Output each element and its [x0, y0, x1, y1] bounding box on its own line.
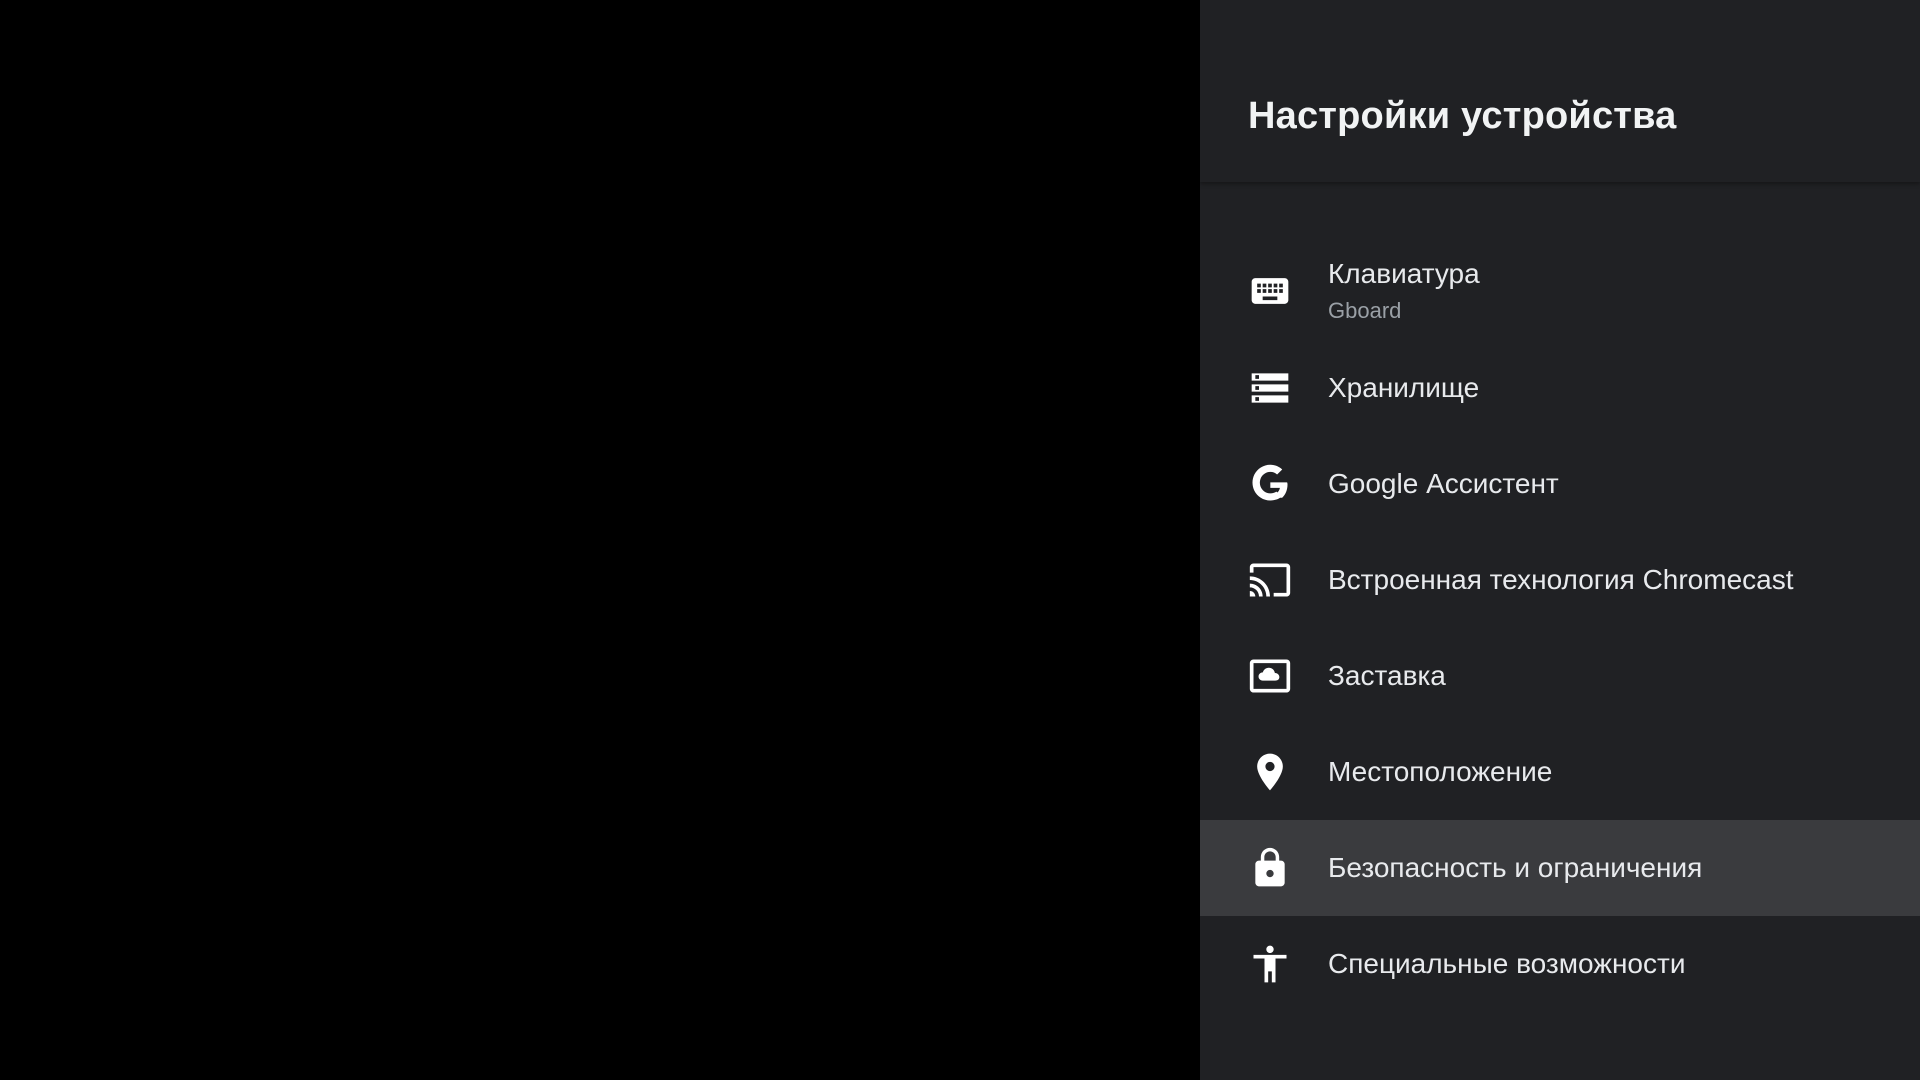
settings-item-label: Google Ассистент [1328, 468, 1559, 499]
screensaver-icon [1248, 654, 1292, 698]
cast-icon [1248, 558, 1292, 602]
location-pin-icon [1248, 750, 1292, 794]
settings-item-label: Местоположение [1328, 756, 1553, 787]
settings-item-label: Встроенная технология Chromecast [1328, 564, 1794, 595]
settings-item-accessibility[interactable]: Специальные возможности [1200, 916, 1920, 1012]
settings-item-label: Специальные возможности [1328, 948, 1686, 979]
google-g-icon [1248, 462, 1292, 506]
settings-item-screensaver[interactable]: Заставка [1200, 628, 1920, 724]
panel-header: Настройки устройства [1200, 0, 1920, 182]
page-title: Настройки устройства [1248, 95, 1677, 137]
settings-item-label: Клавиатура [1328, 258, 1480, 289]
tv-screen: Настройки устройства Клавиатура Gboard Х… [0, 0, 1920, 1080]
accessibility-icon [1248, 942, 1292, 986]
settings-item-security[interactable]: Безопасность и ограничения [1200, 820, 1920, 916]
settings-item-keyboard[interactable]: Клавиатура Gboard [1200, 230, 1920, 352]
settings-item-storage[interactable]: Хранилище [1200, 340, 1920, 436]
lock-icon [1248, 846, 1292, 890]
settings-item-label: Заставка [1328, 660, 1446, 691]
settings-item-location[interactable]: Местоположение [1200, 724, 1920, 820]
settings-item-value: Gboard [1328, 298, 1402, 323]
settings-item-google-assistant[interactable]: Google Ассистент [1200, 436, 1920, 532]
settings-item-label: Хранилище [1328, 372, 1480, 403]
settings-item-label: Безопасность и ограничения [1328, 852, 1703, 883]
settings-side-panel: Настройки устройства Клавиатура Gboard Х… [1200, 0, 1920, 1080]
storage-icon [1248, 366, 1292, 410]
keyboard-icon [1248, 269, 1292, 313]
settings-item-chromecast[interactable]: Встроенная технология Chromecast [1200, 532, 1920, 628]
